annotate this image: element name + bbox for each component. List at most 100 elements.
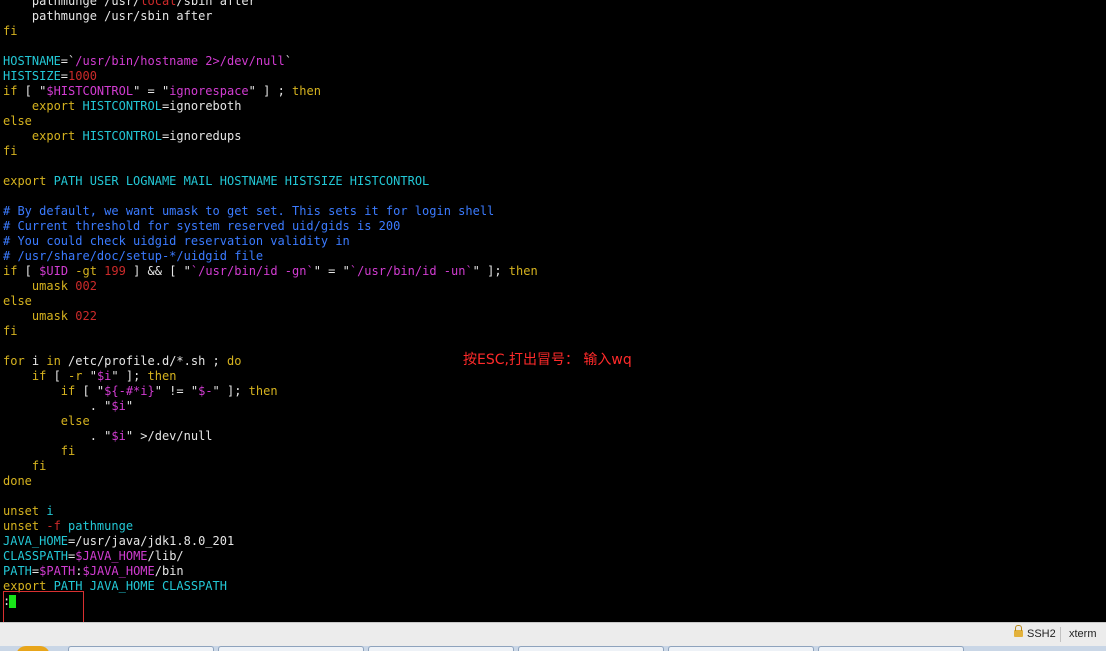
code-token: $UID bbox=[39, 264, 69, 278]
code-token: ` bbox=[284, 54, 292, 68]
code-token: : bbox=[75, 564, 83, 578]
terminal-line: fi bbox=[3, 324, 17, 339]
terminal-line: if [ -r "$i" ]; then bbox=[3, 369, 177, 384]
code-token: /usr/bin/hostname 2>/dev/null bbox=[75, 54, 285, 68]
code-token: " >/dev/null bbox=[125, 429, 213, 443]
terminal-line: fi bbox=[3, 24, 17, 39]
code-token: pathmunge bbox=[68, 519, 134, 533]
code-token: export bbox=[3, 129, 83, 143]
code-token: then bbox=[508, 264, 538, 278]
code-token: else bbox=[3, 414, 90, 428]
taskbar-button[interactable] bbox=[668, 646, 814, 651]
code-token: fi bbox=[3, 444, 76, 458]
terminal-line: # By default, we want umask to get set. … bbox=[3, 204, 494, 219]
code-token: PATH bbox=[3, 564, 32, 578]
code-token: -f bbox=[39, 519, 69, 533]
terminal-line: fi bbox=[3, 144, 17, 159]
taskbar bbox=[0, 646, 1106, 651]
code-token: local bbox=[140, 0, 177, 8]
code-token: /bin bbox=[154, 564, 184, 578]
code-token: 022 bbox=[75, 309, 97, 323]
code-token: /lib/ bbox=[147, 549, 184, 563]
code-token: pathmunge /usr/ bbox=[3, 0, 141, 8]
code-token: $PATH bbox=[39, 564, 76, 578]
code-token: " != " bbox=[154, 384, 199, 398]
code-token: " ]; bbox=[472, 264, 509, 278]
terminal-line: HOSTNAME=`/usr/bin/hostname 2>/dev/null` bbox=[3, 54, 292, 69]
code-token: i bbox=[24, 354, 47, 368]
terminal-screen[interactable]: pathmunge /usr/local/sbin after pathmung… bbox=[0, 0, 1106, 622]
code-token: export bbox=[3, 99, 83, 113]
terminal-line: # You could check uidgid reservation val… bbox=[3, 234, 350, 249]
code-token: else bbox=[3, 114, 32, 128]
code-token: $i bbox=[96, 369, 112, 383]
annotation-text: 按ESC,打出冒号： 输入wq bbox=[463, 352, 632, 368]
taskbar-button[interactable] bbox=[68, 646, 214, 651]
code-token: $JAVA_HOME bbox=[82, 564, 155, 578]
code-token: ignorespace bbox=[169, 84, 249, 98]
code-token: /sbin after bbox=[176, 0, 256, 8]
code-token: # By default, we want umask to get set. … bbox=[3, 204, 495, 218]
code-token: 002 bbox=[75, 279, 97, 293]
terminal-line: fi bbox=[3, 459, 46, 474]
terminal-line: for i in /etc/profile.d/*.sh ; do bbox=[3, 354, 241, 369]
code-token: $- bbox=[198, 384, 213, 398]
code-token: " bbox=[125, 399, 134, 413]
code-token: [ bbox=[17, 264, 40, 278]
terminal-line: else bbox=[3, 414, 90, 429]
code-token: $i bbox=[111, 399, 126, 413]
terminal-line: else bbox=[3, 294, 32, 309]
taskbar-button[interactable] bbox=[518, 646, 664, 651]
code-token: if bbox=[3, 369, 47, 383]
code-token: pathmunge /usr/sbin after bbox=[3, 9, 213, 23]
code-token: " ] ; bbox=[248, 84, 293, 98]
code-token: JAVA_HOME bbox=[3, 534, 69, 548]
code-token: 1000 bbox=[68, 69, 97, 83]
code-token: -gt bbox=[68, 264, 105, 278]
code-token: " ]; bbox=[111, 369, 148, 383]
terminal-line: export HISTCONTROL=ignoredups bbox=[3, 129, 242, 144]
code-token: do bbox=[227, 354, 242, 368]
code-token: umask bbox=[3, 309, 76, 323]
start-button[interactable] bbox=[16, 646, 50, 651]
code-token: =ignoredups bbox=[161, 129, 242, 143]
code-token: PATH USER LOGNAME MAIL HOSTNAME HISTSIZE… bbox=[46, 174, 430, 188]
code-token: $HISTCONTROL bbox=[46, 84, 134, 98]
code-token: CLASSPATH bbox=[3, 549, 69, 563]
code-token: done bbox=[3, 474, 32, 488]
code-token: in bbox=[46, 354, 61, 368]
code-token: # Current threshold for system reserved … bbox=[3, 219, 401, 233]
code-token: . " bbox=[3, 399, 112, 413]
code-token: `/usr/bin/id -un` bbox=[349, 264, 473, 278]
lock-icon bbox=[1014, 625, 1023, 637]
code-token: $JAVA_HOME bbox=[75, 549, 148, 563]
code-token: . " bbox=[3, 429, 112, 443]
code-token: = bbox=[60, 69, 69, 83]
taskbar-button[interactable] bbox=[368, 646, 514, 651]
terminal-line: umask 022 bbox=[3, 309, 97, 324]
code-token: fi bbox=[3, 24, 18, 38]
terminal-line: HISTSIZE=1000 bbox=[3, 69, 97, 84]
terminal-line: CLASSPATH=$JAVA_HOME/lib/ bbox=[3, 549, 184, 564]
code-token: if bbox=[3, 84, 18, 98]
terminal-line: fi bbox=[3, 444, 75, 459]
code-token: fi bbox=[3, 459, 47, 473]
terminal-line: pathmunge /usr/local/sbin after bbox=[3, 0, 256, 9]
code-token: HISTCONTROL bbox=[82, 129, 162, 143]
code-token: # You could check uidgid reservation val… bbox=[3, 234, 350, 248]
code-token: HISTCONTROL bbox=[82, 99, 162, 113]
terminal-type-label: xterm bbox=[1069, 628, 1097, 640]
code-token: " bbox=[82, 369, 97, 383]
terminal-line: JAVA_HOME=/usr/java/jdk1.8.0_201 bbox=[3, 534, 234, 549]
code-token: HOSTNAME bbox=[3, 54, 61, 68]
terminal-line: # /usr/share/doc/setup-*/uidgid file bbox=[3, 249, 263, 264]
code-token: then bbox=[292, 84, 321, 98]
code-token: =/usr/java/jdk1.8.0_201 bbox=[68, 534, 235, 548]
taskbar-button[interactable] bbox=[818, 646, 964, 651]
code-token: =ignoreboth bbox=[161, 99, 242, 113]
code-token: ${-#*i} bbox=[104, 384, 155, 398]
code-token: ] && [ " bbox=[125, 264, 191, 278]
taskbar-button[interactable] bbox=[218, 646, 364, 651]
code-token: then bbox=[147, 369, 177, 383]
terminal-cursor bbox=[9, 595, 16, 608]
